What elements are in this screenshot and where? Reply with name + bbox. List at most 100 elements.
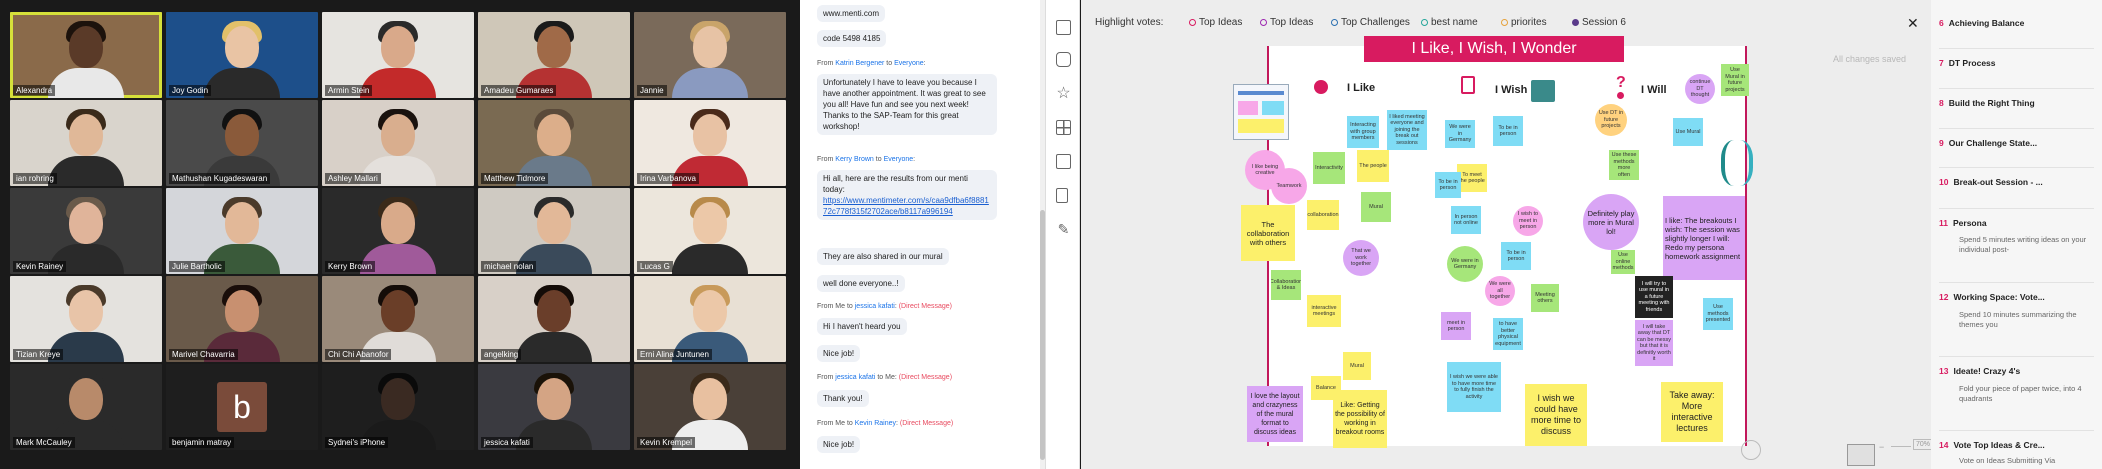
chat-message-nice1: Nice job!	[817, 345, 861, 362]
note-will-online[interactable]: Use online methods	[1611, 250, 1635, 274]
note-will-future-meeting[interactable]: I will try to use mural in a future meet…	[1635, 276, 1673, 318]
zoom-out-icon[interactable]: −	[1879, 442, 1884, 452]
video-tile[interactable]: ian rohring	[10, 100, 162, 186]
note-like-together[interactable]: That we work together	[1343, 240, 1379, 276]
outline-item[interactable]: 10 Break-out Session - ...	[1939, 177, 2043, 187]
video-tile[interactable]: Julie Bartholic	[166, 188, 318, 274]
note-like-layout[interactable]: I love the layout and crazyness of the m…	[1247, 386, 1303, 442]
note-wish-meeting-others[interactable]: Meeting others	[1531, 284, 1559, 312]
minimap[interactable]	[1847, 444, 1875, 466]
video-tile[interactable]: Matthew Tidmore	[478, 100, 630, 186]
note-will-breakouts[interactable]: I like: The breakouts I wish: The sessio…	[1663, 196, 1745, 280]
pen-icon[interactable]: ✎	[1056, 222, 1071, 237]
note-like-mural-2[interactable]: Mural	[1343, 352, 1371, 380]
note-like-collab-small[interactable]: collaboration	[1307, 200, 1339, 230]
chat-message-thank: Thank you!	[817, 390, 869, 407]
participant-face	[381, 290, 415, 332]
outline-item[interactable]: 6 Achieving Balance	[1939, 18, 2024, 28]
star-icon[interactable]: ☆	[1056, 86, 1071, 102]
participant-face	[537, 202, 571, 244]
note-like-collaboration[interactable]: The collaboration with others	[1241, 205, 1295, 261]
video-tile[interactable]: Kevin Krempel	[634, 364, 786, 450]
note-wish-germany[interactable]: We were in Germany	[1445, 120, 1475, 148]
note-will-mural-future[interactable]: Use Mural in future projects	[1721, 64, 1749, 96]
video-tile[interactable]: Jannie	[634, 12, 786, 98]
video-tile[interactable]: b benjamin matray	[166, 364, 318, 450]
note-wish-meet-people[interactable]: To meet the people	[1457, 164, 1487, 192]
video-tile[interactable]: jessica kafati	[478, 364, 630, 450]
note-wish-together[interactable]: We were all together	[1485, 276, 1515, 306]
board-thumbnail-image[interactable]	[1233, 84, 1289, 140]
video-tile[interactable]: Alexandra	[10, 12, 162, 98]
note-like-teamwork[interactable]: Teamwork	[1271, 168, 1307, 204]
participant-face	[693, 114, 727, 156]
zoom-level[interactable]: 70%	[1913, 439, 1934, 450]
note-wish-meet-person[interactable]: meet in person	[1441, 312, 1471, 340]
note-will-dt-future[interactable]: Use DT in future projects	[1595, 104, 1627, 136]
note-wish-more-time[interactable]: I wish we were able to have more time to…	[1447, 362, 1501, 412]
menti-results-link[interactable]: https://www.mentimeter.com/s/caa9dfba6f8…	[823, 196, 989, 216]
video-tile[interactable]: Erni Alina Juntunen	[634, 276, 786, 362]
note-like-mural[interactable]: Mural	[1361, 192, 1391, 222]
chat-message-menti: www.menti.com	[817, 5, 886, 22]
note-like-breakout[interactable]: I liked meeting everyone and joining the…	[1387, 110, 1427, 150]
outline-item[interactable]: 12 Working Space: Vote...	[1939, 292, 2045, 302]
video-tile[interactable]: Mark McCauley	[10, 364, 162, 450]
video-tile[interactable]: Ashley Mallari	[322, 100, 474, 186]
video-tile[interactable]: Kerry Brown	[322, 188, 474, 274]
grid-icon[interactable]	[1056, 120, 1071, 135]
note-like-interacting[interactable]: Interacting with group members	[1347, 116, 1379, 148]
outline-item[interactable]: 11 Persona	[1939, 218, 1987, 228]
note-will-play-mural[interactable]: Definitely play more in Mural lol!	[1583, 194, 1639, 250]
video-tile[interactable]: angelking	[478, 276, 630, 362]
outline-item-label: Vote Top Ideas & Cre...	[1953, 440, 2045, 450]
note-wish-germany-2[interactable]: We were in Germany	[1447, 246, 1483, 282]
comment-icon[interactable]	[1056, 52, 1071, 67]
outline-item[interactable]: 7 DT Process	[1939, 58, 1996, 68]
video-tile[interactable]: Lucas G	[634, 188, 786, 274]
outline-item[interactable]: 14 Vote Top Ideas & Cre...	[1939, 440, 2045, 450]
note-like-breakout-rooms[interactable]: Like: Getting the possibility of working…	[1333, 390, 1387, 448]
note-will-methods[interactable]: Use these methods more often	[1609, 150, 1639, 180]
note-wish-discuss[interactable]: I wish we could have more time to discus…	[1525, 384, 1587, 446]
note-like-meetings[interactable]: interactive meetings	[1307, 295, 1341, 327]
zoom-slider[interactable]	[1891, 446, 1911, 447]
export-icon[interactable]	[1056, 188, 1068, 203]
note-like-ideas[interactable]: Collaboration & Ideas	[1271, 270, 1301, 300]
video-tile[interactable]: Amadeu Gumaraes	[478, 12, 630, 98]
view-icon[interactable]	[1741, 440, 1761, 460]
video-tile[interactable]: Tizian Kreye	[10, 276, 162, 362]
chat-message-shared: They are also shared in our mural	[817, 248, 949, 265]
video-tile[interactable]: Sydnei's iPhone	[322, 364, 474, 450]
col-head-wish: I Wish	[1495, 84, 1528, 96]
chat-meta-katrin: From Katrin Bergener to Everyone:	[817, 60, 926, 67]
note-wish-in-person-3[interactable]: To be in person	[1501, 242, 1531, 270]
video-tile[interactable]: Irina Varbanova	[634, 100, 786, 186]
video-tile[interactable]: michael nolan	[478, 188, 630, 274]
note-wish-in-person[interactable]: To be in person	[1493, 116, 1523, 146]
note-like-people[interactable]: The people	[1357, 150, 1389, 182]
outline-item[interactable]: 13 Ideate! Crazy 4's	[1939, 366, 2020, 376]
screen: Alexandra Joy Godin Armin Stein Amadeu Guma…	[0, 0, 2102, 469]
video-tile[interactable]: Mathushan Kugadeswaran	[166, 100, 318, 186]
note-will-methods-presented[interactable]: Use methods presented	[1703, 298, 1733, 330]
note-will-dt-thought[interactable]: continue DT thought	[1685, 74, 1715, 104]
note-wish-not-online[interactable]: In person not online	[1451, 206, 1481, 234]
video-tile[interactable]: Marivel Chavarria	[166, 276, 318, 362]
note-will-lectures[interactable]: Take away: More interactive lectures	[1661, 382, 1723, 442]
note-wish-meet[interactable]: I wish to meet in person	[1513, 206, 1543, 236]
video-tile[interactable]: Armin Stein	[322, 12, 474, 98]
outline-item[interactable]: 9 Our Challenge State...	[1939, 138, 2037, 148]
note-will-use-mural[interactable]: Use Mural	[1673, 118, 1703, 146]
video-tile[interactable]: Chi Chi Abanofor	[322, 276, 474, 362]
note-like-interactivity[interactable]: Interactivity	[1313, 152, 1345, 184]
video-tile[interactable]: Kevin Rainey	[10, 188, 162, 274]
outline-item[interactable]: 8 Build the Right Thing	[1939, 98, 2035, 108]
participant-name: michael nolan	[481, 261, 537, 272]
note-wish-in-person-2[interactable]: To be in person	[1435, 172, 1461, 198]
video-tile[interactable]: Joy Godin	[166, 12, 318, 98]
note-will-messy[interactable]: I will take away that DT can be messy bu…	[1635, 320, 1673, 366]
note-wish-equipment[interactable]: to have better physical equipment	[1493, 318, 1523, 350]
sticky-note-icon[interactable]	[1056, 20, 1071, 35]
image-icon[interactable]	[1056, 154, 1071, 169]
